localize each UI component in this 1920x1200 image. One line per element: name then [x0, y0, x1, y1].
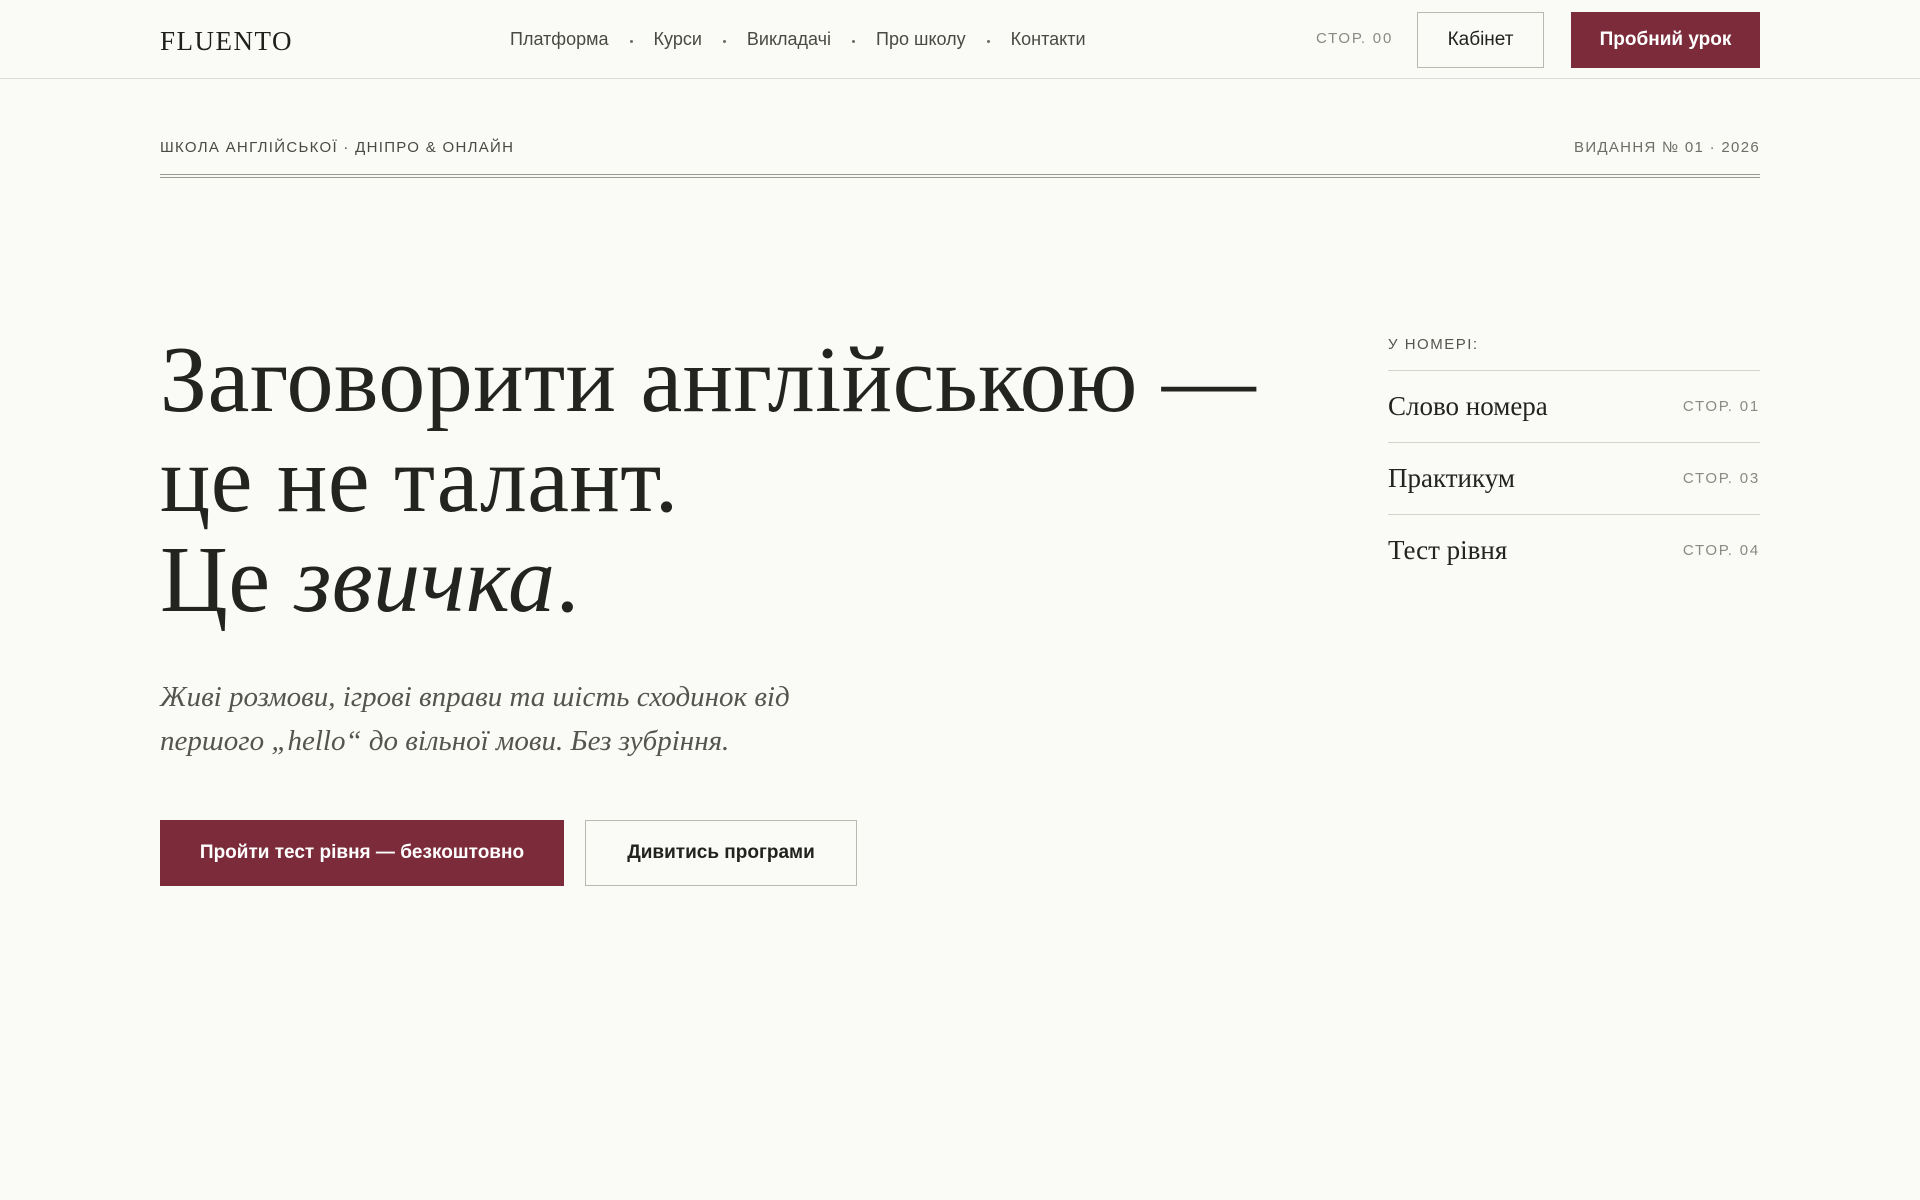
nav-item-platform[interactable]: Платформа: [510, 29, 609, 50]
masthead-kicker: ШКОЛА АНГЛІЙСЬКОЇ · ДНІПРО & ОНЛАЙН: [160, 139, 515, 156]
contents-item-title: Слово номера: [1388, 391, 1548, 421]
nav-item-courses[interactable]: Курси: [654, 29, 702, 50]
top-navigation-bar: FLUENTO Платформа Курси Викладачі Про шк…: [0, 0, 1920, 79]
contents-item[interactable]: Тест рівня СТОР. 04: [1388, 515, 1760, 586]
nav-separator-dot: [852, 39, 856, 43]
nav-separator-dot: [986, 39, 990, 43]
contents-item[interactable]: Слово номера СТОР. 01: [1388, 371, 1760, 443]
contents-item-title: Тест рівня: [1388, 535, 1508, 565]
contents-item-title: Практикум: [1388, 463, 1515, 493]
cabinet-button[interactable]: Кабінет: [1417, 12, 1544, 68]
trial-lesson-button[interactable]: Пробний урок: [1571, 12, 1760, 68]
hero-headline-prefix: Це: [160, 528, 295, 632]
nav-separator-dot: [722, 39, 726, 43]
masthead-divider: [160, 174, 1760, 178]
nav-item-about-school[interactable]: Про школу: [876, 29, 966, 50]
issue-label: ВИДАННЯ № 01 · 2026: [1574, 139, 1760, 156]
level-test-button[interactable]: Пройти тест рівня — безкоштовно: [160, 820, 564, 886]
hero-headline-line-1: Заговорити англійською —: [160, 328, 1257, 432]
contents-item-page: СТОР. 04: [1682, 542, 1760, 559]
hero-headline-line-3: Це звичка.: [160, 530, 1256, 630]
contents-item-page: СТОР. 01: [1682, 398, 1760, 415]
contents-item[interactable]: Практикум СТОР. 03: [1388, 443, 1760, 515]
view-programs-button[interactable]: Дивитись програми: [585, 820, 857, 886]
hero-headline-suffix: .: [555, 528, 580, 632]
issue-contents: У НОМЕРІ: Слово номера СТОР. 01 Практику…: [1388, 336, 1760, 586]
contents-heading: У НОМЕРІ:: [1388, 336, 1760, 371]
hero-headline-emphasis: звичка: [294, 528, 556, 632]
hero-headline: Заговорити англійською — це не талант. Ц…: [160, 330, 1256, 630]
contents-item-page: СТОР. 03: [1682, 470, 1760, 487]
nav-separator-dot: [629, 39, 633, 43]
main-nav: Платформа Курси Викладачі Про школу Конт…: [510, 0, 1086, 79]
page-counter: СТОР. 00: [1316, 30, 1394, 47]
logo[interactable]: FLUENTO: [160, 26, 293, 57]
hero-subtitle: Живі розмови, ігрові вправи та шість схо…: [160, 681, 790, 757]
nav-item-contacts[interactable]: Контакти: [1011, 29, 1086, 50]
nav-item-teachers[interactable]: Викладачі: [747, 29, 831, 50]
hero-headline-line-2: це не талант.: [160, 428, 679, 532]
